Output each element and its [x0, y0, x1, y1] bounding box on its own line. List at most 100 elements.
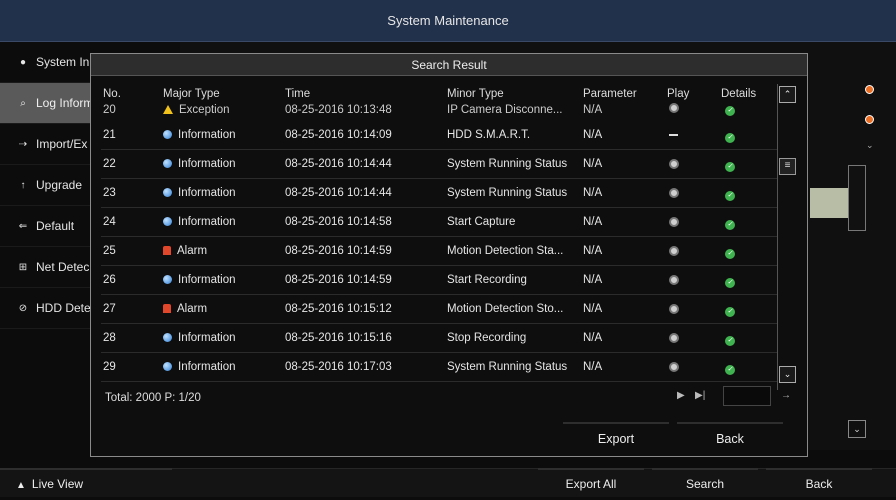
play-icon[interactable]	[669, 246, 679, 259]
details-icon[interactable]: ✓	[725, 217, 735, 230]
cell-minor-type: Start Capture	[447, 216, 516, 228]
sidebar-item-label: Upgrade	[36, 178, 83, 192]
go-page-icon[interactable]: →	[781, 390, 791, 401]
cell-no: 23	[103, 187, 116, 199]
live-view-button[interactable]: ▲ Live View	[0, 468, 172, 497]
sidebar-item-label: Import/Ex	[36, 137, 88, 151]
back-button[interactable]: Back	[766, 468, 872, 497]
cell-parameter: N/A	[583, 104, 603, 116]
major-type-label: Alarm	[177, 245, 208, 257]
sidebar-item-label: Default	[36, 219, 75, 233]
details-icon[interactable]: ✓	[725, 103, 735, 116]
major-type-label: Information	[178, 187, 236, 199]
scroll-thumb[interactable]: ≡	[779, 158, 796, 175]
sidebar-item-import-export[interactable]: ⇢ Import/Ex	[0, 124, 100, 165]
details-icon[interactable]: ✓	[725, 304, 735, 317]
default-icon: ⇐	[18, 220, 28, 232]
cell-parameter: N/A	[583, 129, 603, 141]
clock-icon[interactable]	[865, 85, 874, 94]
upgrade-icon: ↑	[20, 179, 26, 191]
details-icon[interactable]: ✓	[725, 188, 735, 201]
sidebar-item-net-detect[interactable]: ⊞ Net Detec	[0, 247, 100, 288]
dialog-back-button[interactable]: Back	[677, 422, 783, 452]
cell-minor-type: HDD S.M.A.R.T.	[447, 129, 531, 141]
details-icon[interactable]: ✓	[725, 246, 735, 259]
details-icon[interactable]: ✓	[725, 362, 735, 375]
information-icon	[163, 130, 172, 139]
table-scrollbar[interactable]: ⌃ ≡ ⌄	[777, 84, 797, 390]
page-number-input[interactable]	[723, 386, 771, 406]
sidebar-item-system-info[interactable]: ● System In	[0, 42, 100, 83]
table-row[interactable]: 20 Exception 08-25-2016 10:13:48 IP Came…	[101, 103, 777, 121]
last-page-icon[interactable]: ▶|	[695, 390, 705, 401]
table-row[interactable]: 24 Information 08-25-2016 10:14:58 Start Ca…	[101, 208, 777, 237]
search-icon: ⌕	[20, 97, 26, 109]
table-body: 21 Information 08-25-2016 10:14:09 HDD S.M.…	[101, 121, 777, 382]
cell-no: 29	[103, 361, 116, 373]
table-row[interactable]: 28 Information 08-25-2016 10:15:16 Stop Rec…	[101, 324, 777, 353]
major-type-label: Information	[178, 361, 236, 373]
column-header-time[interactable]: Time	[285, 88, 310, 101]
column-header-parameter[interactable]: Parameter	[583, 88, 637, 101]
sidebar-item-upgrade[interactable]: ↑ Upgrade	[0, 165, 100, 206]
sidebar-item-label: Net Detec	[36, 260, 90, 274]
details-icon[interactable]: ✓	[725, 130, 735, 143]
play-icon[interactable]	[669, 159, 679, 172]
information-icon	[163, 362, 172, 371]
information-icon	[163, 275, 172, 284]
column-header-minor-type[interactable]: Minor Type	[447, 88, 504, 101]
table-row[interactable]: 23 Information 08-25-2016 10:14:44 System R…	[101, 179, 777, 208]
table-row[interactable]: 26 Information 08-25-2016 10:14:59 Start Re…	[101, 266, 777, 295]
info-icon: ●	[19, 56, 27, 68]
cell-no: 26	[103, 274, 116, 286]
column-header-play[interactable]: Play	[667, 88, 689, 101]
cell-parameter: N/A	[583, 187, 603, 199]
chevron-down-icon[interactable]: ⌄	[866, 140, 874, 151]
play-icon[interactable]	[669, 275, 679, 288]
details-icon[interactable]: ✓	[725, 159, 735, 172]
export-button[interactable]: Export	[563, 422, 669, 452]
column-header-no[interactable]: No.	[103, 88, 121, 101]
play-icon[interactable]	[669, 333, 679, 346]
information-icon	[163, 159, 172, 168]
clock-icon[interactable]	[865, 115, 874, 124]
sidebar-item-log-information[interactable]: ⌕ Log Inform	[0, 83, 100, 124]
next-page-icon[interactable]: ▶	[677, 390, 685, 401]
details-icon[interactable]: ✓	[725, 333, 735, 346]
network-icon: ⊞	[18, 261, 28, 273]
column-header-details[interactable]: Details	[721, 88, 756, 101]
cell-time: 08-25-2016 10:14:09	[285, 129, 392, 141]
sidebar-item-hdd-detect[interactable]: ⊘ HDD Dete	[0, 288, 100, 329]
sidebar-item-default[interactable]: ⇐ Default	[0, 206, 100, 247]
play-icon[interactable]	[669, 188, 679, 201]
table-row[interactable]: 22 Information 08-25-2016 10:14:44 System R…	[101, 150, 777, 179]
major-type-label: Alarm	[177, 303, 208, 315]
cell-no: 21	[103, 129, 116, 141]
export-all-button[interactable]: Export All	[538, 468, 644, 497]
cell-no: 27	[103, 303, 116, 315]
information-icon	[163, 333, 172, 342]
cell-parameter: N/A	[583, 245, 603, 257]
play-icon[interactable]	[669, 103, 679, 116]
cell-minor-type: Stop Recording	[447, 332, 527, 344]
background-scrollbar[interactable]	[848, 165, 866, 231]
cell-parameter: N/A	[583, 332, 603, 344]
table-row[interactable]: 21 Information 08-25-2016 10:14:09 HDD S.M.…	[101, 121, 777, 150]
scroll-up-button[interactable]: ⌃	[779, 86, 796, 103]
hdd-icon: ⊘	[18, 302, 28, 314]
column-header-major-type[interactable]: Major Type	[163, 88, 220, 101]
scroll-down-button[interactable]: ⌄	[779, 366, 796, 383]
scroll-down-button[interactable]: ⌄	[848, 420, 866, 438]
details-icon[interactable]: ✓	[725, 275, 735, 288]
play-icon[interactable]	[669, 304, 679, 317]
play-icon[interactable]	[669, 217, 679, 230]
table-row[interactable]: 27 Alarm 08-25-2016 10:15:12 Motion Detecti…	[101, 295, 777, 324]
major-type-label: Information	[178, 158, 236, 170]
information-icon	[163, 217, 172, 226]
table-row[interactable]: 29 Information 08-25-2016 10:17:03 System R…	[101, 353, 777, 382]
search-button[interactable]: Search	[652, 468, 758, 497]
cell-parameter: N/A	[583, 274, 603, 286]
play-icon[interactable]	[669, 362, 679, 375]
cell-minor-type: Motion Detection Sta...	[447, 245, 564, 257]
table-row[interactable]: 25 Alarm 08-25-2016 10:14:59 Motion Detecti…	[101, 237, 777, 266]
